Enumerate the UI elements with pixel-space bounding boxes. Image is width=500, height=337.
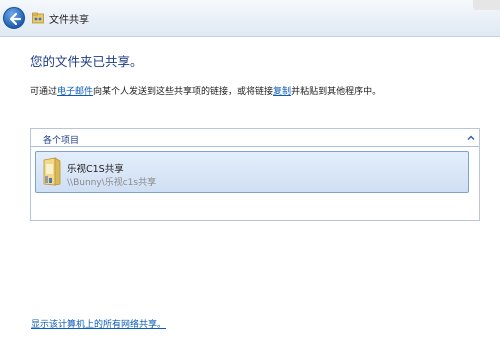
back-button[interactable]	[3, 7, 25, 29]
shared-items-panel: 各个项目 乐视C1S共享 \\Bunny\乐视c1s共享	[30, 128, 480, 221]
instruction-prefix: 可通过	[30, 87, 58, 97]
title-bar: 文件共享	[0, 0, 500, 37]
shared-folder-icon	[43, 157, 61, 186]
show-all-shares-link[interactable]: 显示该计算机上的所有网络共享。	[31, 317, 166, 330]
window-title: 文件共享	[49, 15, 89, 26]
group-header-label: 各个项目	[43, 136, 80, 146]
email-link[interactable]: 电子邮件	[57, 87, 93, 97]
shared-folder-icon	[32, 12, 44, 24]
item-path: \\Bunny\乐视c1s共享	[67, 178, 157, 188]
page-heading: 您的文件夹已共享。	[30, 54, 143, 69]
instruction-text: 可通过电子邮件向某个人发送到这些共享项的链接，或将链接复制并粘贴到其他程序中。	[30, 84, 381, 97]
item-name: 乐视C1S共享	[67, 164, 124, 175]
copy-link[interactable]: 复制	[273, 87, 291, 97]
chevron-up-icon[interactable]	[466, 133, 476, 143]
list-item[interactable]: 乐视C1S共享 \\Bunny\乐视c1s共享	[35, 151, 469, 193]
group-header: 各个项目	[31, 129, 479, 147]
window-controls-strip	[473, 0, 500, 10]
instruction-suffix: 并粘贴到其他程序中。	[291, 87, 382, 97]
instruction-middle: 向某个人发送到这些共享项的链接，或将链接	[93, 87, 274, 97]
back-arrow-icon	[9, 12, 22, 26]
